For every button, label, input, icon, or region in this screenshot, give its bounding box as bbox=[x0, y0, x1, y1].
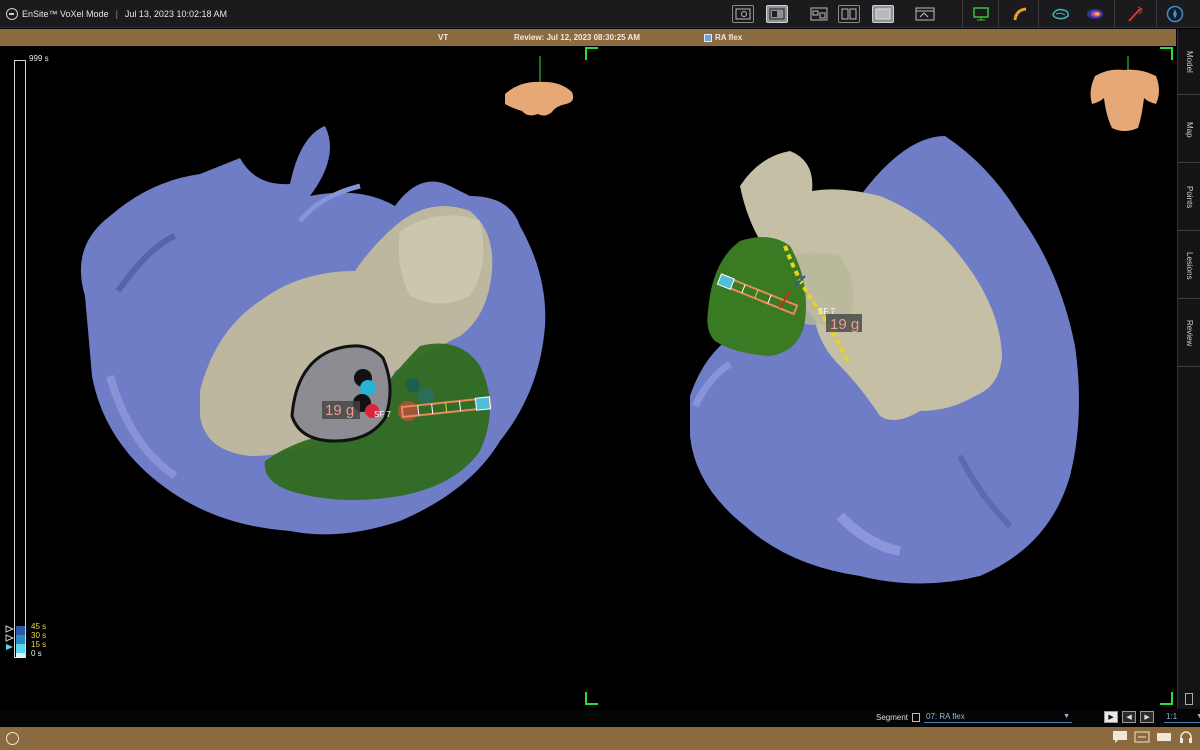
left-anatomy-model[interactable] bbox=[80, 126, 546, 535]
right-orientation-torso[interactable] bbox=[1090, 56, 1159, 131]
map-icon[interactable] bbox=[1084, 5, 1106, 23]
connection-icon[interactable] bbox=[1134, 730, 1150, 744]
tab-lesions-label: Lesions bbox=[1185, 251, 1194, 280]
ensite-logo-icon bbox=[6, 7, 18, 20]
toolbar-divider bbox=[998, 0, 999, 28]
lesion-time-scale bbox=[14, 60, 26, 658]
tab-map[interactable]: Map bbox=[1178, 97, 1200, 163]
time-markers[interactable] bbox=[5, 624, 15, 654]
time-fill-15 bbox=[16, 644, 25, 653]
catheter-icon[interactable] bbox=[1010, 5, 1032, 23]
anatomy-scene bbox=[80, 47, 1173, 705]
tab-lesions[interactable]: Lesions bbox=[1178, 233, 1200, 299]
trash-icon[interactable] bbox=[1185, 693, 1193, 705]
tab-review-label: Review bbox=[1185, 320, 1194, 347]
right-anatomy-model[interactable] bbox=[690, 136, 1079, 584]
left-force-label: 19 g bbox=[325, 402, 355, 419]
status-bar bbox=[0, 727, 1200, 750]
chevron-down-icon: ▼ bbox=[1063, 713, 1071, 720]
segment-control-bar: Segment 07: RA flex ▼ ▶ ◀ ▶ 1:1 ▼ bbox=[0, 710, 1200, 727]
left-orientation-torso[interactable] bbox=[505, 56, 574, 116]
step-forward-button[interactable]: ▶ bbox=[1140, 711, 1155, 723]
abbott-logo-icon bbox=[6, 732, 19, 745]
headset-icon[interactable] bbox=[1178, 730, 1194, 744]
segment-name: RA flex bbox=[715, 33, 743, 42]
segment-label: Segment bbox=[876, 712, 909, 722]
right-catheter-label: SF 7 bbox=[818, 307, 835, 316]
study-mode: VT bbox=[438, 33, 449, 42]
time-mark-15: 15 s bbox=[31, 640, 47, 649]
segment-indicator: RA flex bbox=[704, 33, 742, 42]
time-mark-45: 45 s bbox=[31, 622, 47, 631]
tab-model[interactable]: Model bbox=[1178, 29, 1200, 95]
view-toolbar-1 bbox=[726, 3, 836, 25]
chevron-down-icon: ▼ bbox=[1196, 713, 1200, 720]
step-back-button[interactable]: ◀ bbox=[1122, 711, 1137, 723]
window-icon[interactable] bbox=[808, 5, 830, 23]
time-fill-45 bbox=[16, 626, 25, 635]
top-bar: EnSite™ VoXel Mode | Jul 13, 2023 10:02:… bbox=[0, 0, 1200, 28]
display-icon[interactable] bbox=[1156, 730, 1172, 744]
toolbar-divider bbox=[1156, 0, 1157, 28]
time-mark-30: 30 s bbox=[31, 631, 47, 640]
review-timestamp: Review: Jul 12, 2023 08:30:25 AM bbox=[514, 33, 640, 42]
time-mark-0: 0 s bbox=[31, 649, 42, 658]
segment-select-value: 07: RA flex bbox=[926, 712, 965, 721]
tab-points-label: Points bbox=[1185, 186, 1194, 209]
status-icons bbox=[1112, 730, 1194, 744]
left-catheter-label: SF 7 bbox=[374, 410, 391, 419]
zoom-view-icon[interactable] bbox=[732, 5, 754, 23]
app-brand: EnSite™ VoXel Mode | Jul 13, 2023 10:02:… bbox=[0, 7, 227, 20]
toolbar-divider bbox=[1038, 0, 1039, 28]
view-toolbar-2 bbox=[832, 3, 942, 25]
app-title: EnSite™ VoXel Mode bbox=[22, 8, 109, 19]
monitor-icon[interactable] bbox=[970, 5, 992, 23]
dual-view-icon[interactable] bbox=[838, 5, 860, 23]
tab-review[interactable]: Review bbox=[1178, 301, 1200, 367]
title-separator: | bbox=[115, 8, 118, 19]
time-fill-30 bbox=[16, 635, 25, 644]
tab-model-label: Model bbox=[1185, 50, 1194, 73]
chat-icon[interactable] bbox=[1112, 730, 1128, 744]
time-scale-top-label: 999 s bbox=[29, 54, 49, 63]
layout-icon[interactable] bbox=[914, 5, 936, 23]
tab-map-label: Map bbox=[1185, 121, 1194, 138]
compass-icon[interactable] bbox=[1164, 5, 1186, 23]
right-force-label: 19 g bbox=[830, 316, 860, 333]
tab-points[interactable]: Points bbox=[1178, 165, 1200, 231]
review-header: VT Review: Jul 12, 2023 08:30:25 AM RA f… bbox=[0, 29, 1176, 46]
speed-select[interactable]: 1:1 ▼ bbox=[1164, 711, 1200, 723]
split-view-icon[interactable] bbox=[766, 5, 788, 23]
play-button[interactable]: ▶ bbox=[1104, 711, 1119, 723]
tool-toolbar bbox=[964, 0, 1192, 28]
segment-file-icon bbox=[912, 712, 921, 722]
geometry-icon[interactable] bbox=[1050, 5, 1072, 23]
side-panel-rail: Model Map Points Lesions Review bbox=[1177, 29, 1200, 709]
ablation-icon[interactable] bbox=[1124, 5, 1146, 23]
toolbar-divider bbox=[962, 0, 963, 28]
speed-select-value: 1:1 bbox=[1166, 712, 1178, 721]
segment-icon bbox=[704, 33, 712, 42]
time-fill-0 bbox=[16, 653, 25, 658]
segment-control: Segment 07: RA flex ▼ ▶ ◀ ▶ 1:1 ▼ bbox=[876, 711, 1200, 723]
fill-view-icon[interactable] bbox=[872, 5, 894, 23]
app-timestamp: Jul 13, 2023 10:02:18 AM bbox=[124, 8, 227, 19]
3d-viewport[interactable]: 19 g SF 7 19 g SF 7 bbox=[0, 46, 1176, 710]
toolbar-divider bbox=[1114, 0, 1115, 28]
segment-select[interactable]: 07: RA flex ▼ bbox=[924, 711, 1073, 723]
